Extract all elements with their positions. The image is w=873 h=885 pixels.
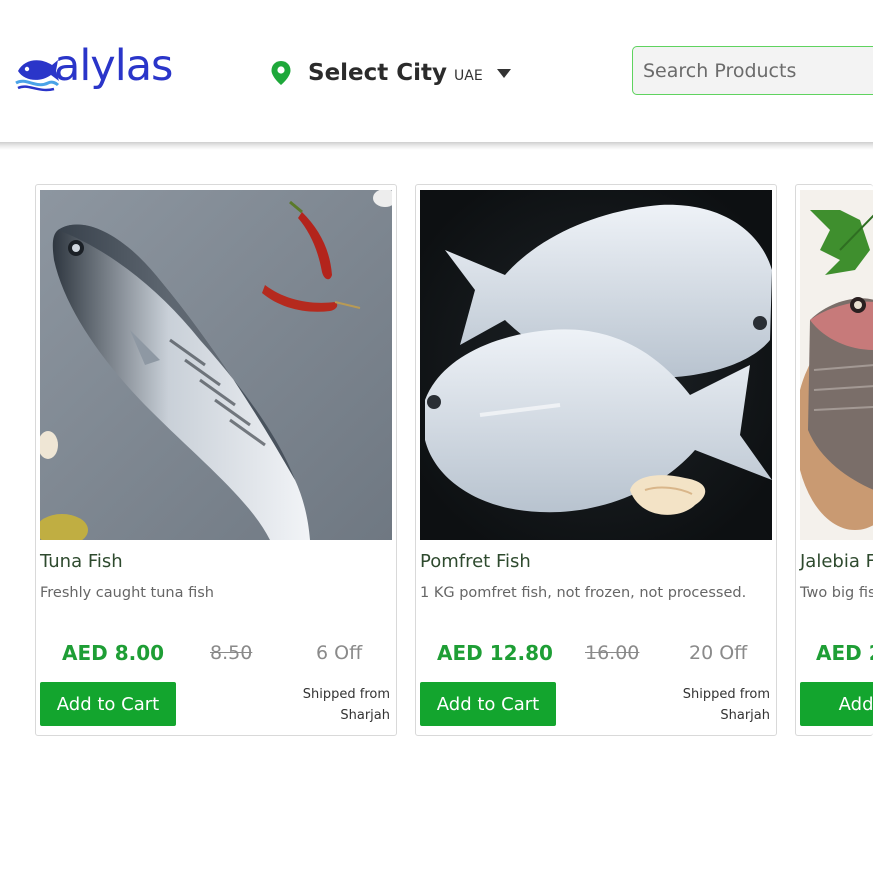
shipping-info: Shipped from Sharjah (303, 684, 390, 726)
product-discount: 20 Off (689, 642, 748, 664)
shipping-label: Shipped from (302, 687, 390, 702)
brand-name: alylas (54, 41, 173, 91)
brand-logo[interactable]: alylas (14, 41, 174, 98)
product-name[interactable]: Pomfret Fish (420, 551, 531, 572)
product-old-price: 16.00 (585, 642, 640, 664)
add-to-cart-button[interactable]: Add to Cart (420, 682, 556, 726)
product-price: AED 8.00 (62, 641, 165, 665)
add-to-cart-button[interactable]: Add to (800, 682, 873, 726)
product-price: AED 12.80 (437, 641, 553, 665)
search-input[interactable] (632, 46, 873, 95)
shipping-info: Shipped from Sharjah (683, 684, 770, 726)
product-price: AED 2 (816, 641, 873, 665)
product-description: Freshly caught tuna fish (40, 585, 214, 601)
product-image-pomfret[interactable] (420, 190, 772, 540)
product-card-pomfret[interactable]: Pomfret Fish 1 KG pomfret fish, not froz… (415, 184, 777, 736)
product-discount: 6 Off (316, 642, 363, 664)
city-selector[interactable]: Select City UAE (270, 56, 511, 90)
header-divider (0, 142, 873, 150)
map-pin-icon (271, 61, 291, 85)
shipping-city: Sharjah (340, 708, 390, 723)
add-to-cart-button[interactable]: Add to Cart (40, 682, 176, 726)
product-card-tuna[interactable]: Tuna Fish Freshly caught tuna fish AED 8… (35, 184, 397, 736)
product-card-jalebia[interactable]: Jalebia F Two big fis AED 2 Add to (795, 184, 873, 736)
caret-down-icon (496, 69, 511, 78)
product-name[interactable]: Jalebia F (800, 551, 873, 572)
product-old-price: 8.50 (210, 642, 253, 664)
product-image-jalebia[interactable] (800, 190, 873, 540)
product-description: 1 KG pomfret fish, not frozen, not proce… (420, 585, 747, 601)
shipping-city: Sharjah (720, 708, 770, 723)
product-name[interactable]: Tuna Fish (40, 551, 123, 572)
site-header: alylas Select City UAE (0, 0, 873, 142)
product-description: Two big fis (800, 585, 873, 601)
city-selector-label: Select City (308, 60, 448, 86)
city-country: UAE (454, 68, 483, 84)
product-image-tuna[interactable] (40, 190, 392, 540)
shipping-label: Shipped from (682, 687, 770, 702)
